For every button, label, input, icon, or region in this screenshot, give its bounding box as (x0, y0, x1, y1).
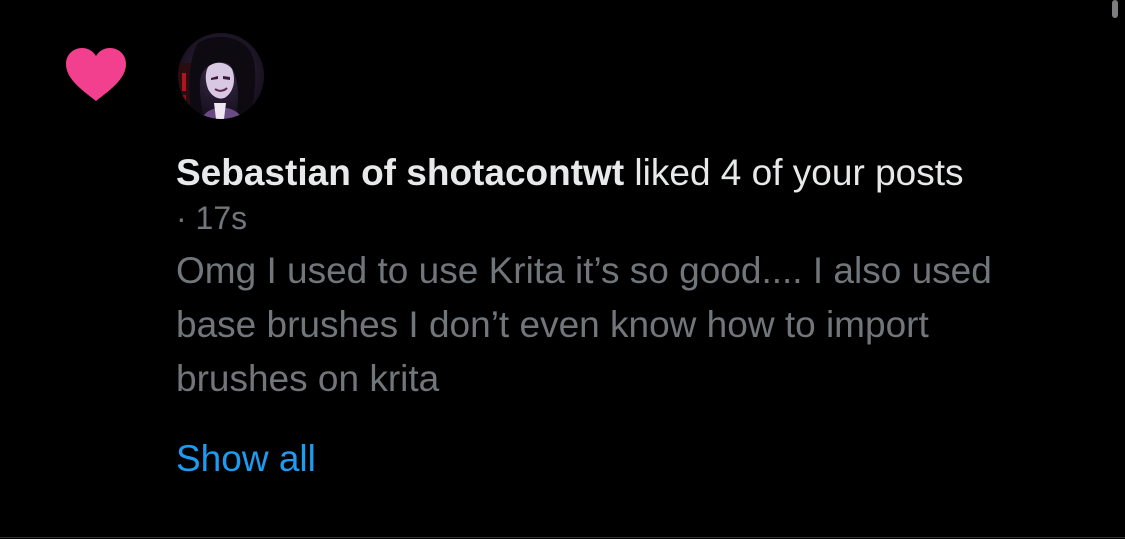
notification-content: Sebastian of shotacontwt liked 4 of your… (176, 150, 1106, 482)
scrollbar[interactable] (1112, 0, 1118, 18)
post-excerpt[interactable]: Omg I used to use Krita it’s so good....… (176, 244, 1036, 406)
show-all-link[interactable]: Show all (176, 436, 316, 482)
divider (0, 537, 1125, 538)
action-text: liked 4 of your posts (624, 152, 964, 193)
avatar[interactable] (178, 33, 264, 119)
like-notification[interactable]: Sebastian of shotacontwt liked 4 of your… (0, 0, 1125, 538)
timestamp: · 17s (176, 200, 248, 236)
notification-headline: Sebastian of shotacontwt liked 4 of your… (176, 150, 1106, 195)
avatar-image (178, 33, 264, 119)
heart-icon (66, 48, 126, 101)
actor-name[interactable]: Sebastian of shotacontwt (176, 152, 624, 193)
